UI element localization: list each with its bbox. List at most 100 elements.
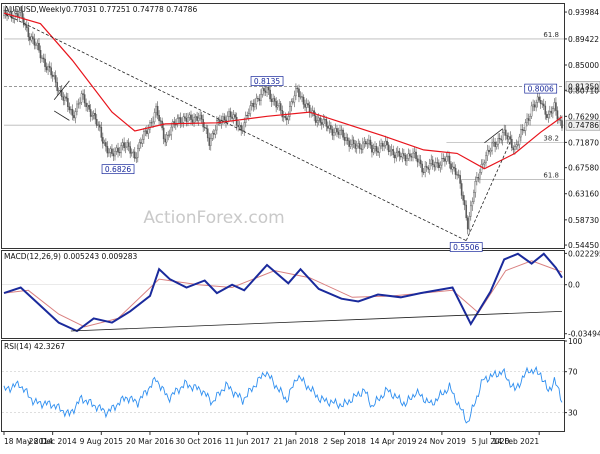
candle-body — [278, 103, 280, 106]
candle-body — [378, 145, 381, 153]
candle-body — [284, 116, 287, 119]
candle-body — [50, 67, 52, 76]
candle-body — [120, 145, 122, 154]
candle-body — [491, 142, 493, 151]
candle-body — [389, 150, 391, 152]
candle-body — [509, 136, 512, 140]
candle-body — [514, 146, 516, 150]
candle-body — [190, 114, 192, 120]
candle-body — [400, 156, 402, 158]
candle-body — [324, 119, 326, 121]
candle-body — [448, 155, 451, 164]
candle-body — [264, 90, 267, 93]
candle-body — [30, 36, 33, 41]
candle-body — [517, 144, 519, 146]
fib-level-label: 38.2 — [543, 134, 559, 142]
price-y-tick-label: 0.67580 — [568, 164, 599, 173]
candle-body — [241, 130, 244, 132]
candle-body — [73, 115, 75, 119]
candle-body — [24, 24, 27, 26]
candle-body — [556, 110, 559, 120]
x-tick-label: 21 Jan 2018 — [273, 437, 318, 446]
candle-body — [193, 117, 195, 123]
candle-body — [377, 151, 379, 153]
candle-body — [398, 150, 401, 157]
candle-body — [387, 144, 390, 152]
x-tick-label: 24 Nov 2019 — [418, 437, 466, 446]
price-y-tick-label: 0.80710 — [568, 86, 599, 95]
candle-body — [229, 111, 232, 118]
candle-body — [82, 93, 84, 95]
candle-body — [16, 13, 19, 17]
candle-body — [322, 119, 325, 125]
candle-body — [56, 82, 59, 91]
candle-body — [135, 157, 138, 159]
candle-body — [33, 38, 36, 46]
candle-body — [54, 75, 57, 83]
candle-body — [29, 36, 31, 41]
candle-body — [358, 143, 361, 149]
candle-body — [275, 101, 277, 108]
candle-body — [504, 129, 507, 136]
candle-body — [209, 138, 212, 146]
candle-body — [45, 66, 48, 71]
candle-body — [68, 106, 71, 111]
candle-body — [337, 131, 340, 135]
candle-body — [267, 87, 270, 91]
candle-body — [62, 96, 65, 101]
candle-body — [424, 166, 426, 173]
candle-body — [444, 158, 446, 162]
candle-body — [489, 150, 492, 153]
candle-body — [15, 12, 17, 14]
candle-body — [105, 142, 107, 147]
candle-body — [12, 17, 14, 19]
price-label-text: 0.5506 — [453, 243, 479, 252]
candle-body — [381, 143, 384, 147]
candle-body — [561, 120, 563, 129]
candle-body — [216, 120, 218, 131]
candle-body — [65, 96, 68, 99]
candle-body — [362, 142, 364, 150]
candle-body — [441, 158, 443, 166]
candle-body — [462, 195, 464, 201]
candle-body — [263, 88, 265, 92]
candle-body — [175, 124, 177, 126]
candle-body — [35, 44, 37, 46]
candle-body — [342, 129, 344, 138]
candle-body — [222, 116, 224, 122]
x-tick-label: 14 Feb 2021 — [493, 437, 540, 446]
candle-body — [416, 158, 419, 163]
price-label-text: 0.8006 — [528, 85, 554, 94]
candle-body — [178, 117, 180, 119]
watermark: ActionForex.com — [143, 208, 284, 228]
candle-body — [521, 129, 524, 131]
candle-body — [421, 163, 423, 173]
candle-body — [380, 143, 382, 147]
candle-body — [95, 118, 98, 126]
candle-body — [435, 162, 437, 168]
candle-body — [38, 43, 40, 51]
candle-body — [430, 159, 433, 164]
candle-body — [333, 132, 335, 136]
candle-body — [553, 102, 556, 109]
candle-body — [466, 217, 469, 230]
candle-body — [94, 113, 97, 120]
candle-body — [252, 103, 255, 108]
candle-body — [495, 144, 498, 147]
candle-body — [158, 115, 160, 121]
candle-body — [246, 114, 249, 116]
candle-body — [231, 116, 233, 119]
candle-body — [476, 177, 478, 182]
candle-body — [235, 116, 238, 126]
candle-body — [515, 144, 518, 147]
candle-body — [19, 10, 22, 13]
candle-body — [292, 101, 294, 103]
candle-body — [403, 153, 405, 156]
candle-body — [251, 103, 253, 106]
candle-body — [39, 50, 42, 59]
candle-body — [191, 119, 194, 123]
candle-body — [279, 103, 282, 111]
rsi-y-tick-label: 100 — [568, 337, 583, 346]
candle-body — [205, 127, 208, 129]
candle-body — [392, 149, 395, 156]
